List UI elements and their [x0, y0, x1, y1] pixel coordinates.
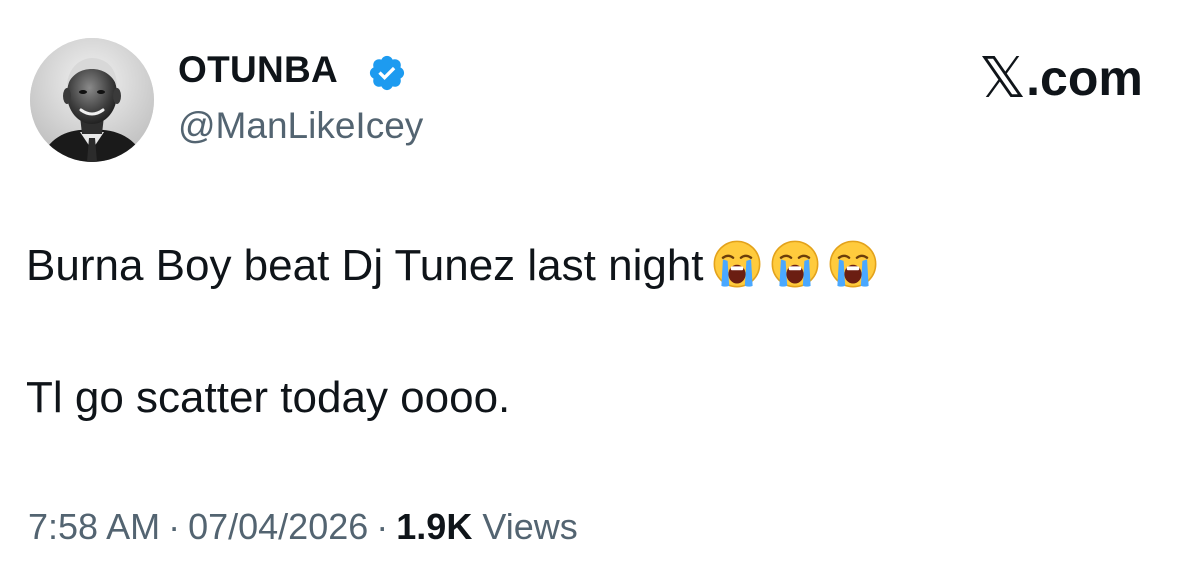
tweet-text: Burna Boy beat Dj Tunez last night	[26, 241, 704, 290]
meta-separator: ·	[376, 506, 389, 547]
tweet-text-line-2: Tl go scatter today oooo.	[26, 373, 511, 422]
tweet-text-line-1: Burna Boy beat Dj Tunez last night	[26, 238, 878, 294]
verified-badge-icon	[369, 55, 405, 91]
tweet-time[interactable]: 7:58 AM	[28, 506, 160, 547]
brand-suffix: .com	[1026, 50, 1143, 106]
tweet-meta: 7:58 AM · 07/04/2026 · 1.9K Views	[28, 505, 578, 549]
author-handle[interactable]: @ManLikeIcey	[178, 104, 423, 148]
views-label: Views	[482, 506, 578, 547]
avatar[interactable]	[30, 38, 154, 162]
meta-separator: ·	[168, 506, 181, 547]
x-brand-icon: 𝕏	[978, 46, 1027, 109]
loudly-crying-face-icon	[770, 239, 820, 289]
tweet-date[interactable]: 07/04/2026	[188, 506, 368, 547]
loudly-crying-face-icon	[828, 239, 878, 289]
avatar-photo	[30, 38, 154, 162]
display-name[interactable]: OTUNBA	[178, 48, 338, 92]
views-count[interactable]: 1.9K	[396, 506, 472, 547]
tweet-card: OTUNBA @ManLikeIcey 𝕏 .com Burna Boy beat…	[0, 0, 1200, 562]
loudly-crying-face-icon	[712, 239, 762, 289]
x-logo: 𝕏 .com	[978, 46, 1143, 109]
